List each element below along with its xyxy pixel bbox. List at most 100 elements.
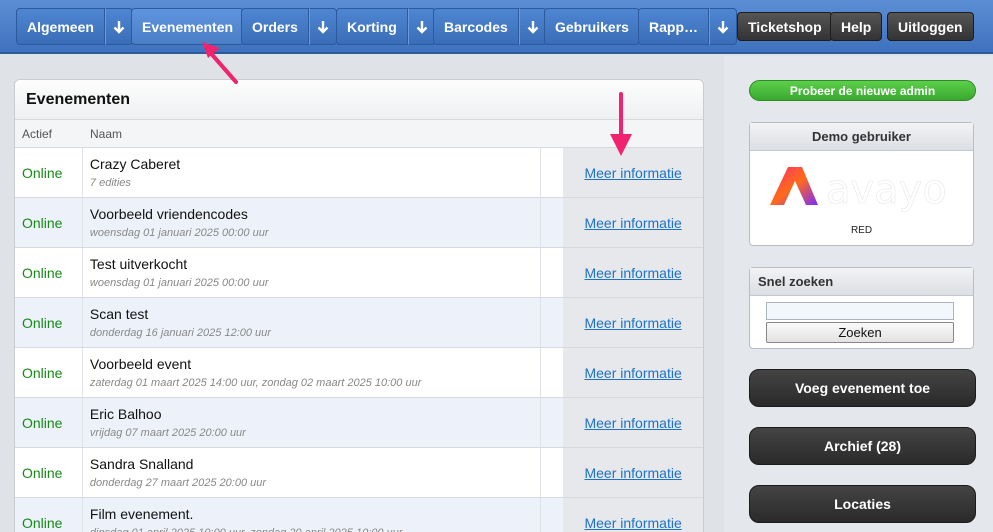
nav-item-korting[interactable]: Korting xyxy=(336,8,436,45)
event-name: Voorbeeld vriendencodes xyxy=(89,206,248,222)
status-online: Online xyxy=(15,298,83,347)
event-date: woensdag 01 januari 2025 00:00 uur xyxy=(89,277,269,289)
event-date: 7 edities xyxy=(89,177,131,189)
empty-cell xyxy=(541,148,563,197)
more-info-cell: Meer informatie xyxy=(563,248,703,297)
nav-label-orders[interactable]: Orders xyxy=(241,8,309,45)
more-info-link[interactable]: Meer informatie xyxy=(584,515,681,531)
empty-cell xyxy=(541,348,563,397)
add-event-button[interactable]: Voeg evenement toe xyxy=(749,369,976,407)
more-info-link[interactable]: Meer informatie xyxy=(584,465,681,481)
arrow-down-icon[interactable] xyxy=(518,8,547,45)
event-cell: Test uitverkocht woensdag 01 januari 202… xyxy=(83,248,542,297)
demo-user-box: Demo gebruiker avayo RED xyxy=(749,122,974,246)
quick-search-title: Snel zoeken xyxy=(750,268,973,296)
table-row: Online Test uitverkocht woensdag 01 janu… xyxy=(15,248,703,298)
nav-label-rapportages[interactable]: Rapp… xyxy=(638,8,709,45)
annotation-arrow-icon xyxy=(610,92,632,156)
nav-label-barcodes[interactable]: Barcodes xyxy=(433,8,519,45)
logout-button[interactable]: Uitloggen xyxy=(887,12,974,41)
column-header-actief: Actief xyxy=(22,126,53,141)
event-name: Eric Balhoo xyxy=(89,406,162,422)
demo-user-label: RED xyxy=(850,225,873,236)
empty-cell xyxy=(541,498,563,532)
column-header-naam: Naam xyxy=(90,126,123,141)
empty-cell xyxy=(541,448,563,497)
quick-search-box: Snel zoeken Zoeken xyxy=(749,267,974,349)
status-online: Online xyxy=(15,248,83,297)
status-online: Online xyxy=(15,348,83,397)
event-cell: Voorbeeld event zaterdag 01 maart 2025 1… xyxy=(83,348,542,397)
event-cell: Film evenement. dinsdag 01 april 2025 10… xyxy=(83,498,542,532)
nav-item-algemeen[interactable]: Algemeen xyxy=(16,8,133,45)
event-name: Film evenement. xyxy=(89,506,194,522)
more-info-link[interactable]: Meer informatie xyxy=(584,415,681,431)
nav-item-gebruikers[interactable]: Gebruikers xyxy=(544,8,640,45)
locations-button[interactable]: Locaties xyxy=(749,485,976,523)
svg-text:avayo: avayo xyxy=(826,167,947,213)
search-input[interactable] xyxy=(766,302,954,320)
arrow-down-icon[interactable] xyxy=(308,8,337,45)
status-online: Online xyxy=(15,398,83,447)
more-info-link[interactable]: Meer informatie xyxy=(584,215,681,231)
demo-user-title: Demo gebruiker xyxy=(750,123,973,151)
empty-cell xyxy=(541,398,563,447)
top-navigation-bar: Algemeen Evenementen Orders Korting Barc… xyxy=(0,0,993,54)
panel-title: Evenementen xyxy=(15,80,703,120)
more-info-cell: Meer informatie xyxy=(563,348,703,397)
status-online: Online xyxy=(15,198,83,247)
nav-label-korting[interactable]: Korting xyxy=(336,8,408,45)
event-date: zaterdag 01 maart 2025 14:00 uur, zondag… xyxy=(89,377,422,389)
event-name: Sandra Snalland xyxy=(89,456,194,472)
arrow-down-icon[interactable] xyxy=(407,8,436,45)
event-cell: Scan test donderdag 16 januari 2025 12:0… xyxy=(83,298,542,347)
annotation-arrow-icon xyxy=(202,42,238,84)
nav-item-rapportages[interactable]: Rapp… xyxy=(638,8,737,45)
event-name: Test uitverkocht xyxy=(89,256,188,272)
status-online: Online xyxy=(15,448,83,497)
more-info-link[interactable]: Meer informatie xyxy=(584,165,681,181)
ticketshop-button[interactable]: Ticketshop xyxy=(737,12,833,41)
event-name: Crazy Caberet xyxy=(89,156,181,172)
nav-label-gebruikers[interactable]: Gebruikers xyxy=(544,8,640,45)
more-info-cell: Meer informatie xyxy=(563,398,703,447)
event-date: donderdag 27 maart 2025 20:00 uur xyxy=(89,477,267,489)
event-cell: Crazy Caberet 7 edities xyxy=(83,148,542,197)
status-online: Online xyxy=(15,148,83,197)
empty-cell xyxy=(541,298,563,347)
table-row: Online Voorbeeld vriendencodes woensdag … xyxy=(15,198,703,248)
arrow-down-icon[interactable] xyxy=(104,8,133,45)
event-date: dinsdag 01 april 2025 10:00 uur, zondag … xyxy=(90,527,540,532)
event-cell: Eric Balhoo vrijdag 07 maart 2025 20:00 … xyxy=(83,398,542,447)
nav-label-algemeen[interactable]: Algemeen xyxy=(16,8,105,45)
table-row: Online Eric Balhoo vrijdag 07 maart 2025… xyxy=(15,398,703,448)
table-row: Online Scan test donderdag 16 januari 20… xyxy=(15,298,703,348)
search-button[interactable]: Zoeken xyxy=(766,322,954,343)
more-info-cell: Meer informatie xyxy=(563,298,703,347)
events-panel: Evenementen Actief Naam Online Crazy Cab… xyxy=(14,79,704,532)
more-info-cell: Meer informatie xyxy=(563,448,703,497)
more-info-link[interactable]: Meer informatie xyxy=(584,315,681,331)
event-date: donderdag 16 januari 2025 12:00 uur xyxy=(89,327,271,339)
try-new-admin-button[interactable]: Probeer de nieuwe admin xyxy=(749,80,976,101)
more-info-cell: Meer informatie xyxy=(563,498,703,532)
arrow-down-icon[interactable] xyxy=(709,8,737,45)
event-date: woensdag 01 januari 2025 00:00 uur xyxy=(89,227,269,239)
avayo-logo: avayo xyxy=(770,167,947,213)
more-info-cell: Meer informatie xyxy=(563,198,703,247)
empty-cell xyxy=(541,198,563,247)
event-cell: Voorbeeld vriendencodes woensdag 01 janu… xyxy=(83,198,542,247)
table-row: Online Voorbeeld event zaterdag 01 maart… xyxy=(15,348,703,398)
nav-item-orders[interactable]: Orders xyxy=(241,8,337,45)
archive-button[interactable]: Archief (28) xyxy=(749,427,976,465)
more-info-link[interactable]: Meer informatie xyxy=(584,265,681,281)
empty-cell xyxy=(541,248,563,297)
event-cell: Sandra Snalland donderdag 27 maart 2025 … xyxy=(83,448,542,497)
table-row: Online Sandra Snalland donderdag 27 maar… xyxy=(15,448,703,498)
event-name: Scan test xyxy=(89,306,149,322)
table-row: Online Film evenement. dinsdag 01 april … xyxy=(15,498,703,532)
event-date: vrijdag 07 maart 2025 20:00 uur xyxy=(89,427,246,439)
nav-item-barcodes[interactable]: Barcodes xyxy=(433,8,547,45)
help-button[interactable]: Help xyxy=(830,12,883,41)
more-info-link[interactable]: Meer informatie xyxy=(584,365,681,381)
